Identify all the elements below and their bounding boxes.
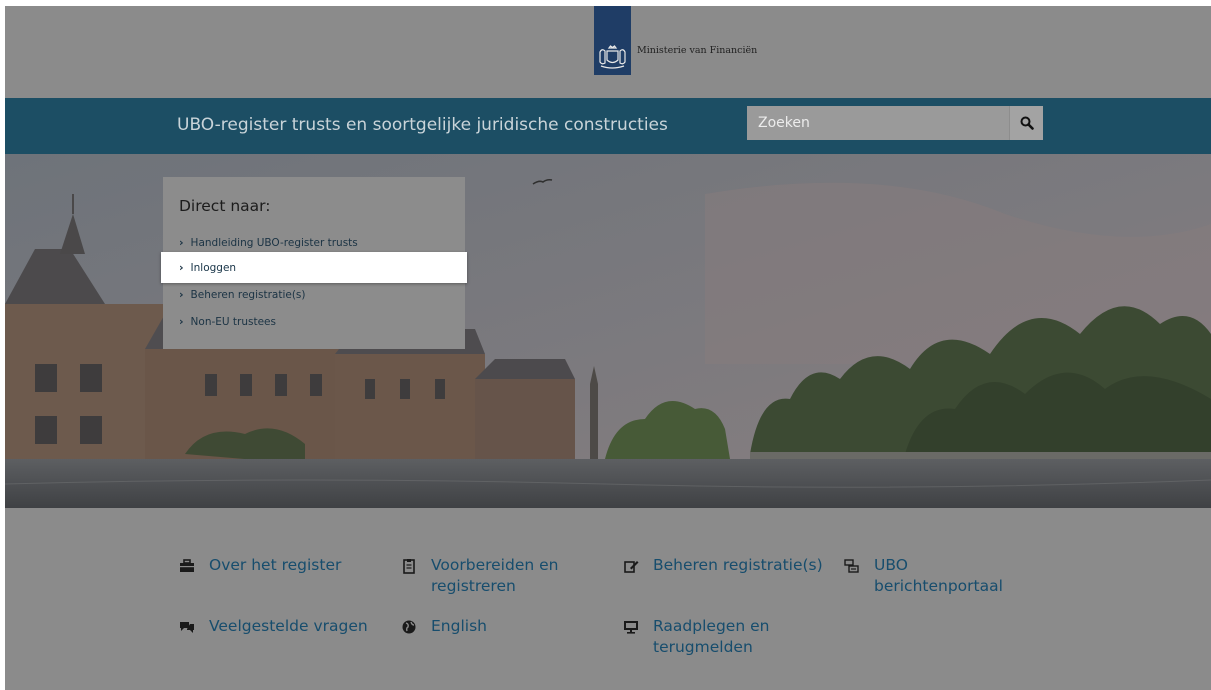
chevron-right-icon: › <box>179 315 184 328</box>
nav-ubo-berichtenportaal[interactable]: UBO berichtenportaal <box>844 555 1014 597</box>
search-input[interactable] <box>747 106 1009 140</box>
direct-title: Direct naar: <box>179 197 271 215</box>
page: Ministerie van Financiën UBO-register tr… <box>5 6 1211 690</box>
ministry-name: Ministerie van Financiën <box>637 45 758 56</box>
search-icon <box>1020 116 1034 130</box>
direct-link-label: Handleiding UBO-register trusts <box>190 236 358 249</box>
chevron-right-icon: › <box>179 261 184 274</box>
nav-label: English <box>431 617 487 635</box>
nav-over-het-register[interactable]: Over het register <box>179 555 379 576</box>
nav-english[interactable]: English <box>401 616 591 637</box>
chevron-right-icon: › <box>179 288 184 301</box>
title-bar: UBO-register trusts en soortgelijke juri… <box>5 98 1211 154</box>
site-title[interactable]: UBO-register trusts en soortgelijke juri… <box>177 115 668 135</box>
direct-link-inloggen[interactable]: › Inloggen <box>161 252 467 283</box>
header-bar: Ministerie van Financiën <box>5 6 1211 98</box>
nav-raadplegen-terugmelden[interactable]: Raadplegen en terugmelden <box>623 616 803 658</box>
nav-label: Voorbereiden en registreren <box>431 556 559 595</box>
hero-image: Direct naar: › Handleiding UBO-register … <box>5 154 1211 508</box>
direct-link-beheren[interactable]: › Beheren registratie(s) <box>163 281 465 308</box>
monitor-icon <box>624 621 638 634</box>
chat-icon <box>180 622 194 633</box>
nav-label: Over het register <box>209 556 342 574</box>
nav-label: Veelgestelde vragen <box>209 617 368 635</box>
nav-label: Raadplegen en terugmelden <box>653 617 770 656</box>
coat-of-arms-icon[interactable] <box>595 42 630 70</box>
search-button[interactable] <box>1009 106 1043 140</box>
chevron-right-icon: › <box>179 236 184 249</box>
nav-beheren-registraties[interactable]: Beheren registratie(s) <box>623 555 843 576</box>
nav-veelgestelde-vragen[interactable]: Veelgestelde vragen <box>179 616 379 637</box>
direct-link-non-eu[interactable]: › Non-EU trustees <box>163 308 465 335</box>
globe-icon <box>402 620 416 634</box>
briefcase-icon <box>180 559 194 572</box>
direct-link-label: Beheren registratie(s) <box>190 288 306 301</box>
edit-icon <box>624 561 639 573</box>
clipboard-icon <box>403 559 415 574</box>
bottom-nav: Over het register Voorbereiden en regist… <box>5 508 1211 690</box>
nav-voorbereiden-registreren[interactable]: Voorbereiden en registreren <box>401 555 591 597</box>
nav-label: UBO berichtenportaal <box>874 556 1003 595</box>
direct-link-label: Non-EU trustees <box>190 315 276 328</box>
messages-icon <box>844 559 859 573</box>
direct-link-label: Inloggen <box>190 261 237 274</box>
direct-naar-panel: Direct naar: › Handleiding UBO-register … <box>161 177 467 349</box>
nav-label: Beheren registratie(s) <box>653 556 823 574</box>
